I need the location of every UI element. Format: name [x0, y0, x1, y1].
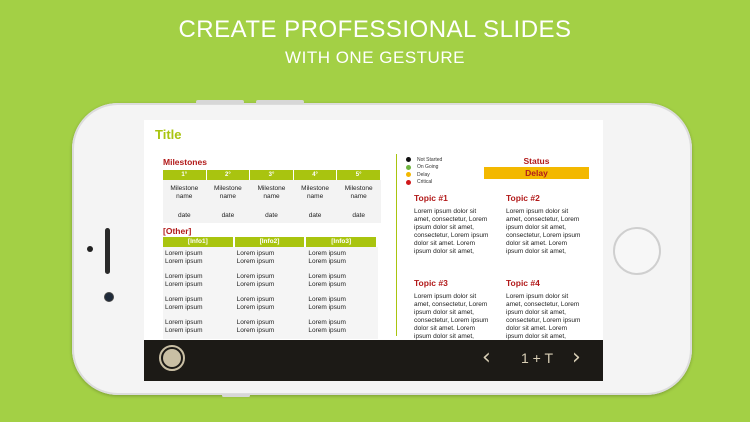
other-column-header: [Info3] — [306, 237, 377, 247]
topic-title: Topic #2 — [506, 193, 540, 203]
table-row: Lorem ipsum Lorem ipsum Lorem ipsum Lorem… — [163, 270, 378, 293]
topic-block-2: Topic #2 Lorem ipsum dolor sit amet, con… — [506, 193, 586, 256]
status-label: Status — [523, 156, 550, 166]
milestone-date: date — [221, 212, 235, 219]
topic-title: Topic #1 — [414, 193, 448, 203]
legend-label: On Going — [417, 164, 439, 171]
topic-title: Topic #4 — [506, 278, 540, 288]
headline-line-2: WITH ONE GESTURE — [285, 48, 465, 67]
headline-line-1: CREATE PROFESSIONAL SLIDES — [178, 16, 572, 43]
page-indicator: 1 + T — [520, 350, 554, 366]
legend-item: Delay — [406, 171, 442, 179]
table-cell: Lorem ipsum Lorem ipsum — [236, 296, 275, 311]
status-dot-icon — [406, 157, 411, 163]
table-cell: Lorem ipsum Lorem ipsum — [165, 273, 203, 288]
milestone-column-header: 2° — [206, 170, 250, 180]
milestone-date: date — [177, 212, 191, 219]
topic-body: Lorem ipsum dolor sit amet, consectetur,… — [506, 208, 581, 255]
table-cell: Lorem ipsum Lorem ipsum — [236, 273, 275, 288]
legend-item: Not Started — [406, 156, 442, 164]
legend-label: Critical — [417, 179, 433, 186]
speaker-grille — [105, 228, 110, 274]
table-cell: Lorem ipsum Lorem ipsum — [308, 250, 346, 265]
status-badge: Delay — [484, 167, 589, 179]
table-cell: Lorem ipsum Lorem ipsum — [165, 319, 203, 334]
milestone-name: Milestone name — [257, 185, 286, 200]
table-cell: Lorem ipsum Lorem ipsum — [308, 273, 346, 288]
front-camera — [104, 292, 114, 302]
milestone-column-header: 3° — [250, 170, 293, 180]
record-button[interactable] — [159, 345, 185, 371]
slide-title: Title — [155, 127, 182, 142]
topic-block-3: Topic #3 Lorem ipsum dolor sit amet, con… — [414, 278, 494, 341]
table-row: Lorem ipsum Lorem ipsum Lorem ipsum Lorem… — [163, 293, 378, 316]
power-button — [222, 394, 250, 397]
legend-label: Not Started — [417, 156, 443, 163]
milestone-column-header: 5° — [337, 170, 380, 180]
milestone-name: Milestone name — [213, 185, 242, 200]
other-table: [Info1] [Info2] [Info3] Lorem ipsum Lore… — [163, 237, 378, 339]
topic-block-1: Topic #1 Lorem ipsum dolor sit amet, con… — [414, 193, 494, 256]
milestone-name: Milestone name — [170, 185, 199, 200]
volume-up-button — [196, 100, 244, 104]
other-heading: [Other] — [163, 226, 192, 236]
milestones-heading: Milestones — [163, 157, 207, 167]
phone-screen: Title Milestones 1° 2° 3° 4° 5° Mileston… — [144, 120, 603, 381]
table-row: Lorem ipsum Lorem ipsum Lorem ipsum Lorem… — [163, 316, 378, 339]
topic-block-4: Topic #4 Lorem ipsum dolor sit amet, con… — [506, 278, 586, 341]
table-cell: Lorem ipsum Lorem ipsum — [236, 250, 275, 265]
table-cell: Lorem ipsum Lorem ipsum — [308, 296, 346, 311]
table-row: Lorem ipsum Lorem ipsum Lorem ipsum Lorem… — [163, 247, 378, 270]
milestones-table: 1° 2° 3° 4° 5° Milestone name Milestone … — [163, 170, 381, 223]
sensor-dot — [87, 246, 93, 252]
volume-down-button — [256, 100, 304, 104]
milestone-date: date — [265, 212, 278, 219]
legend-item: On Going — [406, 164, 442, 172]
other-column-header: [Info2] — [234, 237, 305, 247]
table-cell: Lorem ipsum Lorem ipsum — [308, 319, 346, 334]
chevron-right-icon[interactable]: › — [572, 344, 581, 372]
milestone-column-header: 1° — [163, 170, 206, 180]
legend-item: Critical — [406, 179, 442, 187]
topic-body: Lorem ipsum dolor sit amet, consectetur,… — [506, 293, 581, 340]
status-dot-icon — [406, 172, 411, 178]
legend-label: Delay — [417, 171, 430, 178]
milestone-name: Milestone name — [301, 185, 329, 200]
topic-body: Lorem ipsum dolor sit amet, consectetur,… — [414, 293, 489, 340]
milestone-name: Milestone name — [344, 185, 373, 200]
slide-canvas[interactable]: Title Milestones 1° 2° 3° 4° 5° Mileston… — [144, 120, 603, 340]
table-cell: Lorem ipsum Lorem ipsum — [165, 296, 203, 311]
bottom-toolbar: ‹ 1 + T › — [144, 340, 603, 381]
status-legend: Not Started On Going Delay Critical — [406, 156, 442, 186]
chevron-left-icon[interactable]: ‹ — [482, 344, 491, 372]
status-dot-icon — [406, 179, 411, 185]
milestone-date: date — [308, 212, 322, 219]
milestone-column-header: 4° — [293, 170, 337, 180]
other-table-body: Lorem ipsum Lorem ipsum Lorem ipsum Lorem… — [163, 247, 378, 339]
home-button[interactable] — [613, 227, 661, 275]
topic-title: Topic #3 — [414, 278, 448, 288]
topic-body: Lorem ipsum dolor sit amet, consectetur,… — [414, 208, 489, 255]
table-cell: Lorem ipsum Lorem ipsum — [165, 250, 203, 265]
status-dot-icon — [406, 164, 411, 170]
column-divider — [396, 154, 397, 336]
table-cell: Lorem ipsum Lorem ipsum — [236, 319, 275, 334]
milestone-date: date — [352, 212, 365, 219]
other-column-header: [Info1] — [163, 237, 233, 247]
